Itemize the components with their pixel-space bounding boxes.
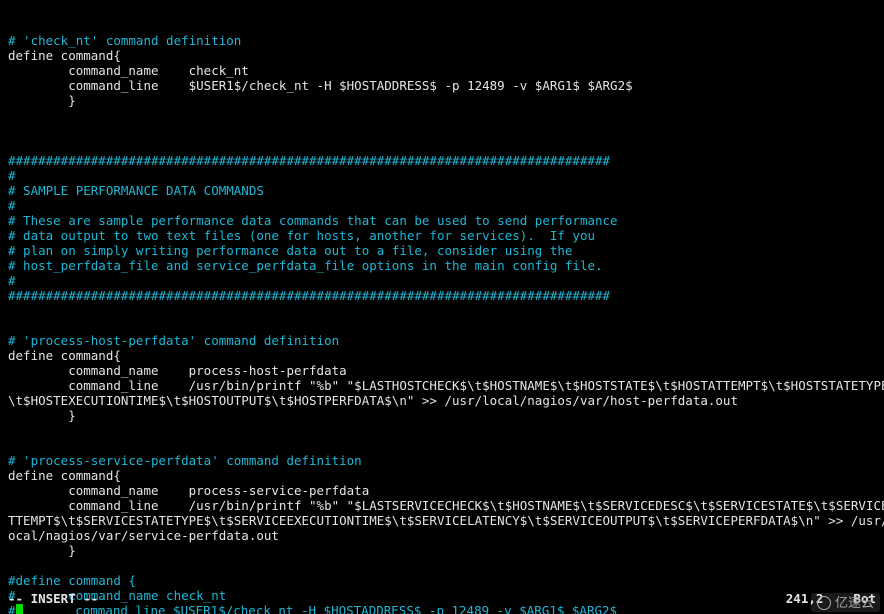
code-line[interactable]: # host_perfdata_file and service_perfdat… — [8, 258, 876, 273]
vim-status-bar: -- INSERT -- 241,2 Bot — [8, 591, 876, 606]
watermark: 亿速云 — [811, 593, 880, 612]
code-line[interactable]: } — [8, 93, 876, 108]
code-line[interactable]: # 'process-service-perfdata' command def… — [8, 453, 876, 468]
code-line[interactable]: # 'process-host-perfdata' command defini… — [8, 333, 876, 348]
file-content[interactable]: # 'check_nt' command definitiondefine co… — [0, 30, 884, 614]
code-line[interactable]: # data output to two text files (one for… — [8, 228, 876, 243]
code-line[interactable]: # 'check_nt' command definition — [8, 33, 876, 48]
code-line-wrap[interactable]: ocal/nagios/var/service-perfdata.out — [8, 528, 876, 543]
terminal-window[interactable]: # 'check_nt' command definitiondefine co… — [0, 0, 884, 614]
code-line[interactable]: # SAMPLE PERFORMANCE DATA COMMANDS — [8, 183, 876, 198]
code-line[interactable] — [8, 138, 876, 153]
code-line[interactable] — [8, 318, 876, 333]
code-line[interactable] — [8, 123, 876, 138]
code-line[interactable]: # — [8, 273, 876, 288]
code-line[interactable]: command_line $USER1$/check_nt -H $HOSTAD… — [8, 78, 876, 93]
code-line[interactable]: define command{ — [8, 468, 876, 483]
code-line[interactable]: command_line /usr/bin/printf "%b" "$LAST… — [8, 498, 876, 513]
code-line[interactable]: ########################################… — [8, 153, 876, 168]
code-line[interactable] — [8, 423, 876, 438]
code-line[interactable]: command_name process-host-perfdata — [8, 363, 876, 378]
code-line[interactable]: define command{ — [8, 348, 876, 363]
code-line[interactable]: command_line /usr/bin/printf "%b" "$LAST… — [8, 378, 876, 393]
code-line[interactable]: define command{ — [8, 48, 876, 63]
code-line-wrap[interactable]: \t$HOSTEXECUTIONTIME$\t$HOSTOUTPUT$\t$HO… — [8, 393, 876, 408]
code-line[interactable]: # — [8, 198, 876, 213]
code-line[interactable]: # — [8, 168, 876, 183]
code-line[interactable]: #define command { — [8, 573, 876, 588]
code-line[interactable]: ########################################… — [8, 288, 876, 303]
code-line[interactable]: # These are sample performance data comm… — [8, 213, 876, 228]
watermark-icon — [817, 596, 831, 610]
code-line[interactable]: command_name check_nt — [8, 63, 876, 78]
code-line[interactable]: # plan on simply writing performance dat… — [8, 243, 876, 258]
vim-mode: -- INSERT -- — [8, 591, 98, 606]
code-line[interactable]: } — [8, 408, 876, 423]
watermark-text: 亿速云 — [835, 595, 874, 610]
code-line-wrap[interactable]: TTEMPT$\t$SERVICESTATETYPE$\t$SERVICEEXE… — [8, 513, 876, 528]
code-line[interactable]: command_name process-service-perfdata — [8, 483, 876, 498]
code-line[interactable] — [8, 108, 876, 123]
code-line[interactable] — [8, 558, 876, 573]
code-line[interactable] — [8, 303, 876, 318]
code-line[interactable] — [8, 438, 876, 453]
code-line[interactable]: } — [8, 543, 876, 558]
